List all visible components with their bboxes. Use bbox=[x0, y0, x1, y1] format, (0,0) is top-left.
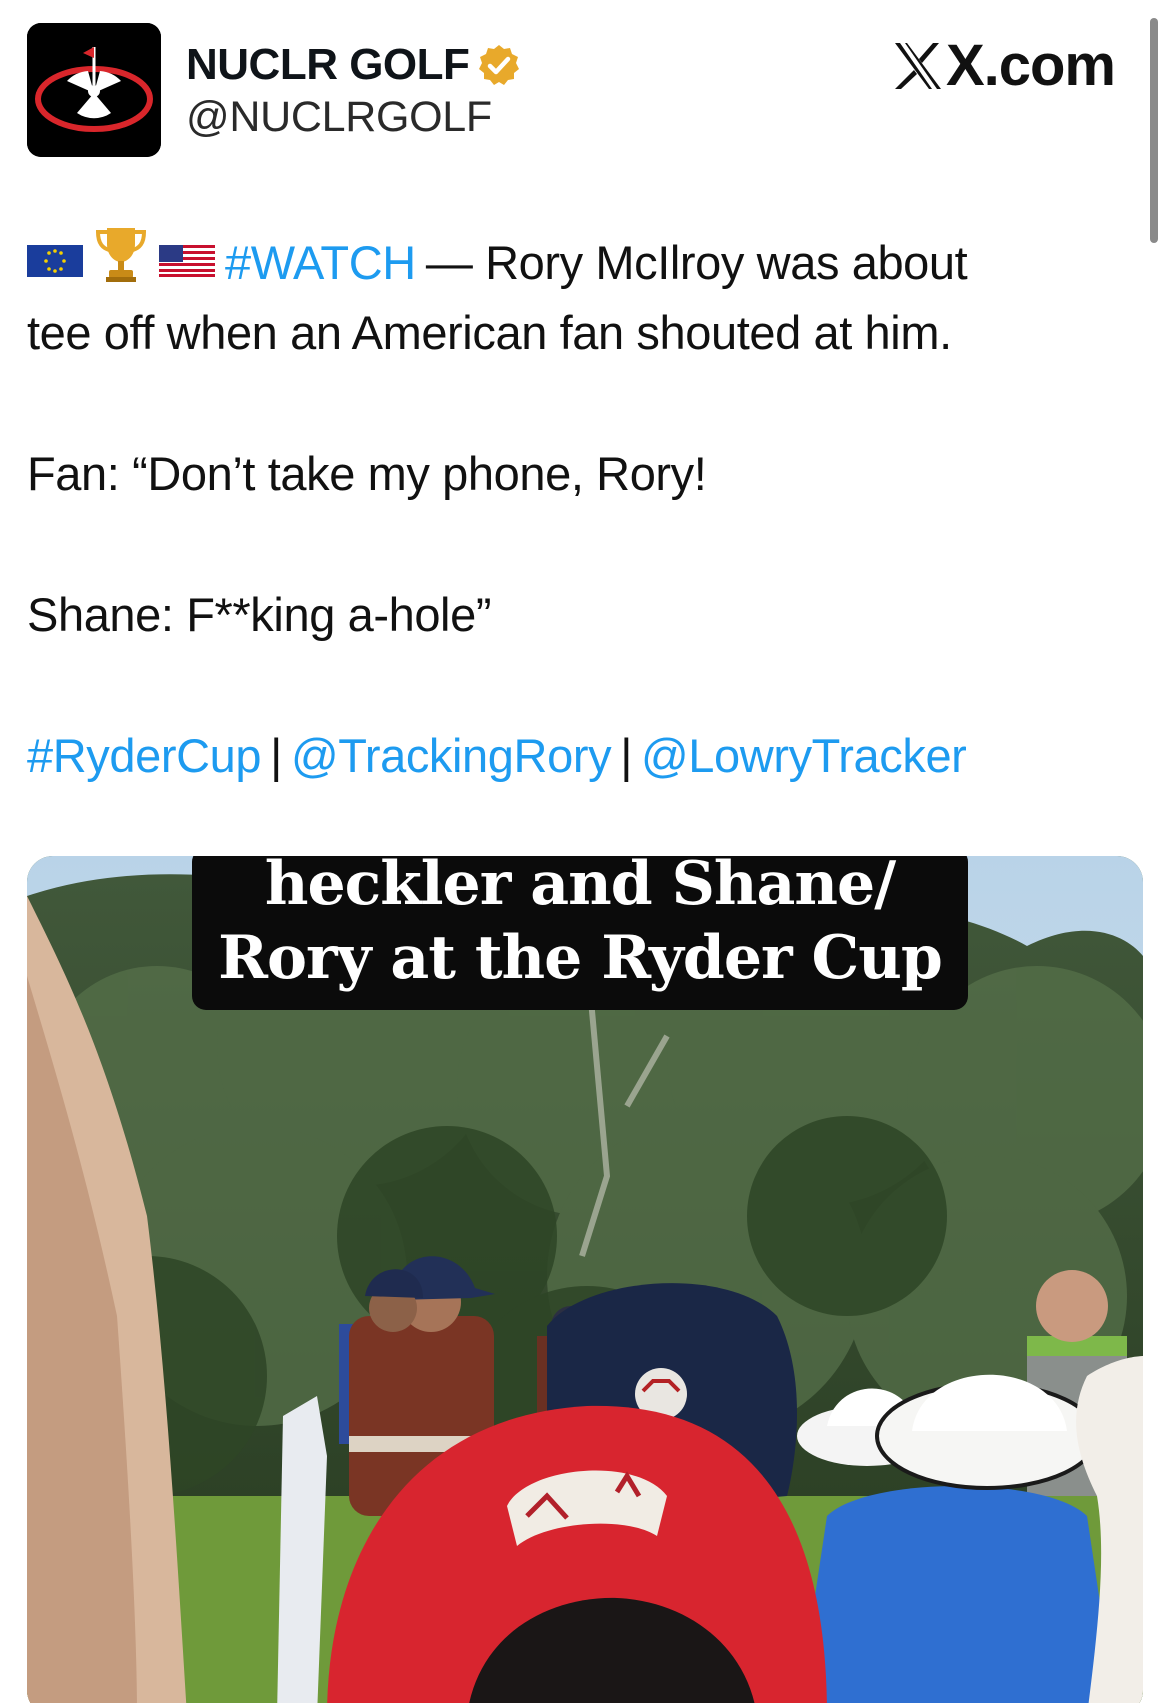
verified-badge-icon bbox=[477, 43, 521, 87]
x-logo-icon bbox=[894, 43, 941, 89]
us-flag-icon bbox=[159, 228, 215, 298]
avatar[interactable] bbox=[27, 23, 161, 157]
scrollbar[interactable] bbox=[1150, 18, 1158, 243]
video-caption-line-2: Rory at the Ryder Cup bbox=[218, 923, 943, 993]
author-handle[interactable]: @NUCLRGOLF bbox=[186, 92, 492, 142]
tweet-line-1: #WATCH — Rory McIlroy was about bbox=[27, 227, 1127, 298]
mention-trackingrory-link[interactable]: @TrackingRory bbox=[291, 721, 612, 791]
tweet-line-2: tee off when an American fan shouted at … bbox=[27, 306, 952, 359]
video-media[interactable]: heckler and Shane/ Rory at the Ryder Cup bbox=[27, 856, 1143, 1703]
mention-lowrytracker-link[interactable]: @LowryTracker bbox=[641, 721, 967, 791]
brand-text: X.com bbox=[945, 33, 1116, 98]
video-caption: heckler and Shane/ Rory at the Ryder Cup bbox=[192, 856, 968, 1010]
brand-watermark: X.com bbox=[892, 33, 1116, 98]
display-name[interactable]: NUCLR GOLF bbox=[186, 40, 470, 90]
tweet-tags: #RyderCup | @TrackingRory | @LowryTracke… bbox=[27, 721, 1127, 791]
post-page: NUCLR GOLF @NUCLRGOLF X.com #WATCH — Ror… bbox=[0, 0, 1170, 1703]
tweet-line-1-text: — Rory McIlroy was about bbox=[425, 236, 968, 289]
hashtag-watch-link[interactable]: #WATCH bbox=[225, 228, 416, 298]
tag-separator: | bbox=[620, 729, 632, 782]
tweet-line-4: Shane: F**king a-hole” bbox=[27, 588, 492, 641]
nuclr-golf-logo-icon bbox=[27, 23, 161, 157]
tweet-line-3: Fan: “Don’t take my phone, Rory! bbox=[27, 447, 707, 500]
author-name-row[interactable]: NUCLR GOLF bbox=[186, 40, 521, 90]
eu-flag-icon bbox=[27, 228, 83, 298]
hashtag-rydercup-link[interactable]: #RyderCup bbox=[27, 721, 262, 791]
tweet-text: #WATCH — Rory McIlroy was about tee off … bbox=[27, 227, 1127, 791]
trophy-icon bbox=[93, 224, 149, 303]
video-caption-line-1: heckler and Shane/ bbox=[264, 856, 896, 919]
tag-separator: | bbox=[270, 729, 282, 782]
